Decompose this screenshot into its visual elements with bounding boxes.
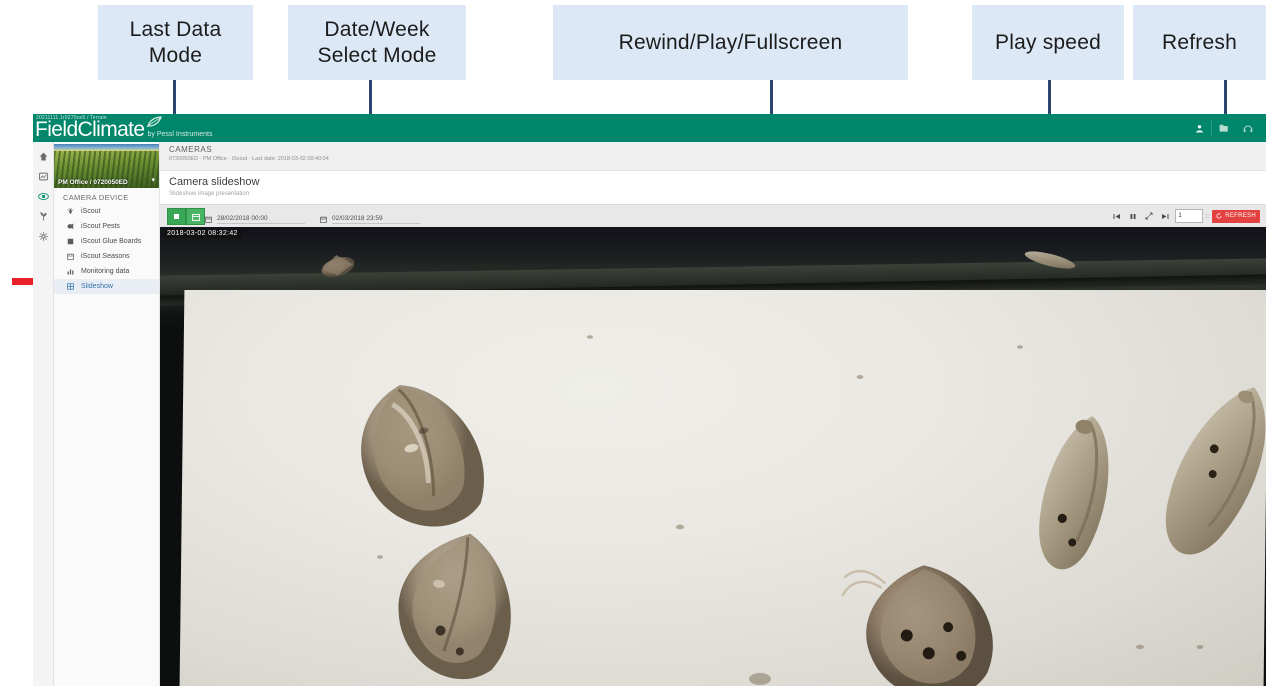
chevron-down-icon[interactable]: ▾	[151, 176, 155, 184]
sidebar-item-iscout-pests[interactable]: iScout Pests	[54, 219, 159, 234]
sidebar-item-label: Monitoring data	[81, 268, 130, 275]
refresh-icon	[1216, 213, 1222, 219]
rail-item-dashboard[interactable]	[33, 166, 53, 186]
moth	[1024, 251, 1076, 269]
sidebar-item-iscout-seasons[interactable]: iScout Seasons	[54, 249, 159, 264]
moth	[361, 385, 484, 527]
pest-icon	[66, 222, 75, 231]
sidebar-item-label: iScout Pests	[81, 223, 120, 230]
date-from-field[interactable]: 28/02/2018 00:00	[205, 210, 305, 228]
callout-line-1: Date/Week	[324, 17, 430, 41]
play-speed-input[interactable]: 1	[1175, 209, 1204, 223]
rail-item-home[interactable]	[33, 146, 53, 166]
station-icon[interactable]	[1212, 114, 1236, 142]
rail-item-cameras[interactable]	[33, 186, 53, 206]
moth	[1039, 416, 1109, 570]
logo-byline: by Pessl Instruments	[147, 131, 213, 138]
sidebar-menu: iScout iScout Pests iScout Glue Boards i…	[54, 204, 159, 294]
slideshow-image[interactable]: 2018-03-02 08:32:42	[160, 227, 1266, 686]
logo-text: FieldClimate	[35, 118, 145, 141]
iscout-icon	[66, 207, 75, 216]
callout-last-data-mode: Last Data Mode	[98, 5, 253, 80]
rail-item-disease-models[interactable]	[33, 206, 53, 226]
sidebar-item-iscout[interactable]: iScout	[54, 204, 159, 219]
page-subtitle: Slideshow image presentation	[169, 191, 250, 197]
play-speed-value: 1	[1178, 213, 1182, 219]
glueboard-icon	[66, 237, 75, 246]
breadcrumb: 0720050ED · PM Office · iScout · Last da…	[169, 156, 329, 162]
last-data-mode-button[interactable]	[167, 208, 186, 225]
icon-rail	[33, 142, 54, 686]
callout-line-1: Last Data	[129, 17, 222, 41]
play-speed-suffix: ::	[1205, 212, 1210, 220]
sidebar-section-title: CAMERA DEVICE	[63, 193, 129, 202]
station-card[interactable]: PM Office / 0720050ED ▾	[54, 144, 159, 188]
playback-controls: 1 :: REFRESH	[1109, 208, 1260, 224]
refresh-label: REFRESH	[1225, 213, 1256, 219]
moth	[398, 533, 511, 680]
header-icons	[1187, 114, 1260, 142]
forward-button[interactable]	[1157, 208, 1173, 224]
rail-item-settings[interactable]	[33, 226, 53, 246]
callout-line-2: Mode	[148, 43, 203, 67]
callout-line-1: Rewind/Play/Fullscreen	[618, 30, 843, 54]
callout-line-1: Play speed	[995, 30, 1101, 54]
play-pause-button[interactable]	[1125, 208, 1141, 224]
breadcrumb-title: CAMERAS	[169, 145, 213, 154]
sidebar-item-label: iScout Glue Boards	[81, 238, 142, 245]
slideshow-toolbar: 28/02/2018 00:00 02/03/2018 23:59 1:: R…	[160, 204, 1266, 228]
date-to-value: 02/03/2018 23:59	[332, 215, 420, 224]
sidebar-item-monitoring-data[interactable]: Monitoring data	[54, 264, 159, 279]
moth	[321, 254, 355, 278]
sidebar-item-slideshow[interactable]: Slideshow	[54, 279, 159, 294]
sidebar-item-iscout-glue-boards[interactable]: iScout Glue Boards	[54, 234, 159, 249]
fieldclimate-app-window: 20211111.1r0270ce5 / Terrain FieldClimat…	[33, 114, 1266, 686]
callout-line-1: Refresh	[1162, 30, 1237, 54]
main-content: CAMERAS 0720050ED · PM Office · iScout ·…	[160, 142, 1266, 686]
date-to-field[interactable]: 02/03/2018 23:59	[320, 210, 420, 228]
sidebar: PM Office / 0720050ED ▾ CAMERA DEVICE iS…	[54, 142, 160, 686]
user-icon[interactable]	[1187, 114, 1211, 142]
rewind-button[interactable]	[1109, 208, 1125, 224]
calendar-icon	[66, 252, 75, 261]
sidebar-item-label: Slideshow	[81, 283, 113, 290]
leaf-icon	[146, 116, 162, 128]
calendar-icon	[320, 210, 327, 228]
mode-button-group	[167, 208, 205, 225]
callout-line-2: Select Mode	[317, 43, 437, 67]
fullscreen-button[interactable]	[1141, 208, 1157, 224]
app-header: 20211111.1r0270ce5 / Terrain FieldClimat…	[33, 114, 1266, 142]
breadcrumb-bar: CAMERAS 0720050ED · PM Office · iScout ·…	[160, 142, 1266, 171]
callout-refresh: Refresh	[1133, 5, 1266, 80]
calendar-icon	[205, 210, 212, 228]
page-title: Camera slideshow	[169, 176, 260, 188]
station-card-label: PM Office / 0720050ED	[58, 179, 128, 186]
date-from-value: 28/02/2018 00:00	[217, 215, 305, 224]
moth	[1165, 387, 1266, 555]
sidebar-item-label: iScout	[81, 208, 101, 215]
image-timestamp: 2018-03-02 08:32:42	[163, 229, 242, 238]
refresh-button[interactable]: REFRESH	[1212, 209, 1260, 223]
moth	[841, 565, 993, 686]
date-week-select-mode-button[interactable]	[186, 208, 205, 225]
callout-rewind-play-fullscreen: Rewind/Play/Fullscreen	[553, 5, 908, 80]
slideshow-icon	[66, 282, 75, 291]
support-icon[interactable]	[1236, 114, 1260, 142]
moths-layer	[321, 251, 1266, 686]
chart-icon	[66, 267, 75, 276]
callout-play-speed: Play speed	[972, 5, 1124, 80]
sidebar-item-label: iScout Seasons	[81, 253, 130, 260]
callout-date-week-select-mode: Date/Week Select Mode	[288, 5, 466, 80]
